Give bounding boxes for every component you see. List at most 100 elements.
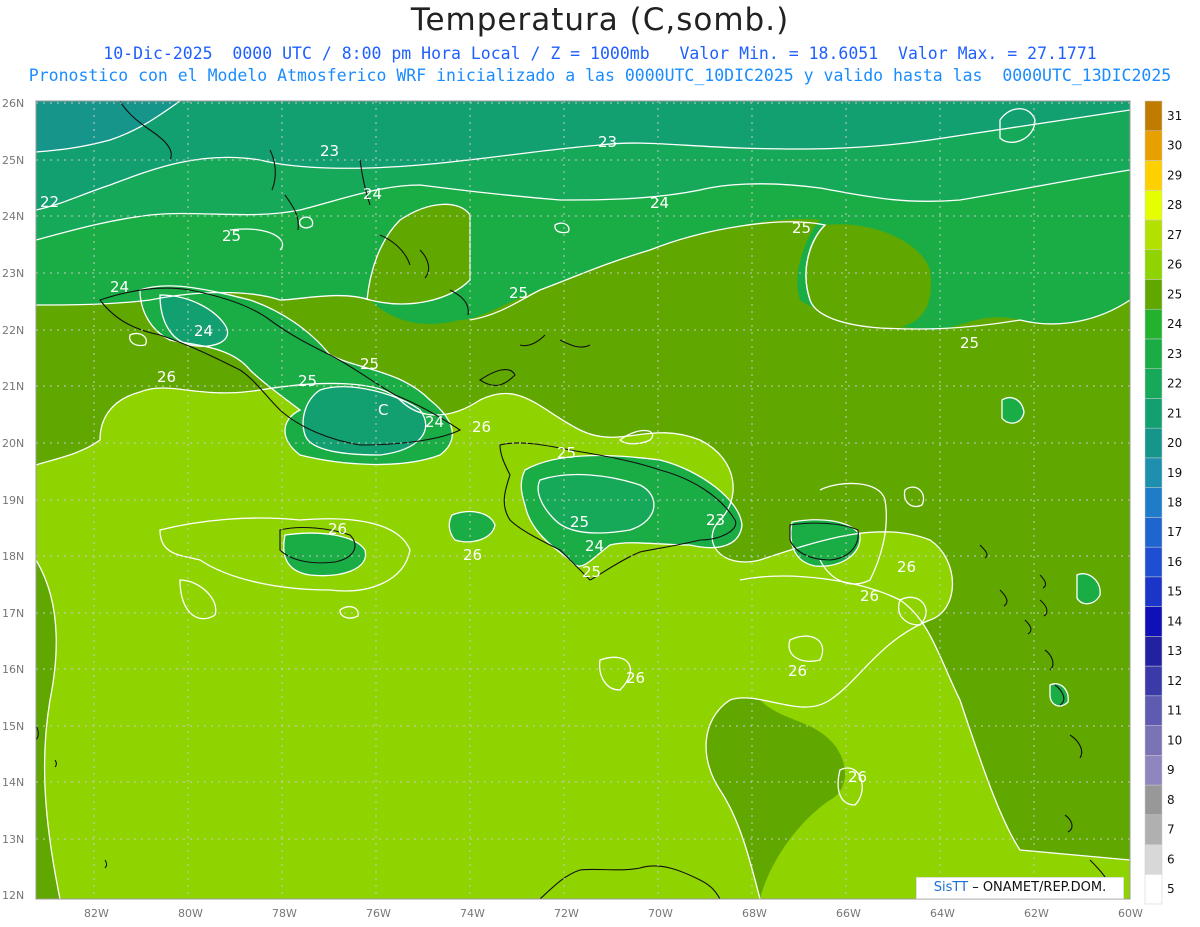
colorbar-swatch xyxy=(1144,725,1163,756)
colorbar-swatch xyxy=(1144,100,1163,131)
lon-tick-label: 64W xyxy=(930,907,955,920)
colorbar-label: 19 xyxy=(1167,466,1182,480)
lat-tick-label: 15N xyxy=(2,720,24,733)
colorbar-label: 23 xyxy=(1167,347,1182,361)
colorbar-label: 12 xyxy=(1167,674,1182,688)
contour-label: 24 xyxy=(110,278,129,296)
contour-label: 26 xyxy=(626,669,645,687)
lat-tick-label: 18N xyxy=(2,550,24,563)
colorbar-swatch xyxy=(1144,665,1163,697)
colorbar-swatch xyxy=(1144,695,1163,726)
contour-label: 26 xyxy=(788,662,807,680)
contour-label: 25 xyxy=(792,219,811,237)
lat-tick-label: 23N xyxy=(2,267,24,280)
colorbar-label: 24 xyxy=(1167,317,1182,331)
colorbar-swatch xyxy=(1144,457,1163,488)
latitude-axis: 26N 25N 24N 23N 22N 21N 20N 19N 18N 17N … xyxy=(2,97,24,902)
colorbar-label: 11 xyxy=(1167,704,1182,718)
longitude-axis: 82W 80W 78W 76W 74W 72W 70W 68W 66W 64W … xyxy=(84,907,1143,920)
colorbar-label: 14 xyxy=(1167,614,1182,628)
colorbar-swatch xyxy=(1144,398,1163,429)
colorbar-swatch xyxy=(1144,427,1163,459)
lat-tick-label: 13N xyxy=(2,833,24,846)
colorbar-swatch xyxy=(1144,249,1163,280)
colorbar-label: 20 xyxy=(1167,436,1182,450)
color-legend: 5 6 7 8 9 10 11 12 13 14 15 16 17 18 19 20 21 22 23 24 25 26 2… xyxy=(1144,100,1182,905)
lat-tick-label: 21N xyxy=(2,380,24,393)
colorbar-label: 21 xyxy=(1167,406,1182,420)
colorbar-label: 26 xyxy=(1167,258,1182,272)
lat-tick-label: 12N xyxy=(2,889,24,902)
lon-tick-label: 60W xyxy=(1118,907,1143,920)
colorbar-label: 5 xyxy=(1167,882,1175,896)
colorbar-label: 22 xyxy=(1167,377,1182,391)
contour-label: 23 xyxy=(598,133,617,151)
contour-label: 25 xyxy=(557,444,576,462)
contour-label: 24 xyxy=(650,194,669,212)
colorbar-label: 16 xyxy=(1167,555,1182,569)
contour-label: 23 xyxy=(320,142,339,160)
contour-label: 25 xyxy=(509,284,528,302)
credit-text: – ONAMET/REP.DOM. xyxy=(968,880,1107,895)
contour-label: 24 xyxy=(194,322,213,340)
contour-label: 25 xyxy=(570,513,589,531)
colorbar-swatch xyxy=(1144,755,1163,786)
colorbar-label: 31 xyxy=(1167,109,1182,123)
contour-label: 26 xyxy=(848,768,867,786)
colorbar-label: 13 xyxy=(1167,644,1182,658)
lat-tick-label: 16N xyxy=(2,663,24,676)
colorbar-label: 17 xyxy=(1167,525,1182,539)
lon-tick-label: 74W xyxy=(460,907,485,920)
contour-label: 26 xyxy=(157,368,176,386)
lat-tick-label: 20N xyxy=(2,437,24,450)
contour-label: 24 xyxy=(363,185,382,203)
contour-label: 26 xyxy=(897,558,916,576)
colorbar-swatch xyxy=(1144,160,1163,191)
lon-tick-label: 62W xyxy=(1024,907,1049,920)
contour-label: 25 xyxy=(360,355,379,373)
colorbar-label: 28 xyxy=(1167,198,1182,212)
colorbar-label: 18 xyxy=(1167,496,1182,510)
lon-tick-label: 70W xyxy=(648,907,673,920)
contour-label: 24 xyxy=(425,413,444,431)
colorbar-swatch xyxy=(1144,308,1163,340)
colorbar-label: 8 xyxy=(1167,793,1175,807)
colorbar-swatch xyxy=(1144,517,1163,548)
colorbar-swatch xyxy=(1144,874,1163,905)
brand-logo: SisTT xyxy=(933,880,969,895)
colorbar-swatch xyxy=(1144,546,1163,578)
lon-tick-label: 72W xyxy=(554,907,579,920)
contour-label: 26 xyxy=(463,546,482,564)
colorbar-swatch xyxy=(1144,279,1163,310)
lat-tick-label: 26N xyxy=(2,97,24,110)
contour-label: 24 xyxy=(585,537,604,555)
colorbar-label: 30 xyxy=(1167,139,1182,153)
colorbar-label: 10 xyxy=(1167,733,1182,747)
lat-tick-label: 17N xyxy=(2,607,24,620)
map-canvas: 23 23 22 24 24 24 24 25 25 25 25 25 25 2… xyxy=(2,97,1182,920)
colorbar-label: 7 xyxy=(1167,823,1175,837)
lon-tick-label: 76W xyxy=(366,907,391,920)
colorbar-label: 29 xyxy=(1167,168,1182,182)
lon-tick-label: 82W xyxy=(84,907,109,920)
lat-tick-label: 24N xyxy=(2,210,24,223)
contour-label: C xyxy=(378,401,388,419)
colorbar-label: 9 xyxy=(1167,763,1175,777)
contour-label: 25 xyxy=(222,227,241,245)
lon-tick-label: 66W xyxy=(836,907,861,920)
lon-tick-label: 68W xyxy=(742,907,767,920)
colorbar-swatch xyxy=(1144,368,1163,399)
contour-label: 26 xyxy=(472,418,491,436)
lat-tick-label: 25N xyxy=(2,154,24,167)
colorbar-swatch xyxy=(1144,606,1163,637)
colorbar-label: 25 xyxy=(1167,287,1182,301)
contour-label: 25 xyxy=(298,372,317,390)
colorbar-swatch xyxy=(1144,576,1163,607)
colorbar-swatch xyxy=(1144,189,1163,221)
contour-label: 25 xyxy=(582,563,601,581)
colorbar-swatch xyxy=(1144,338,1163,369)
colorbar-swatch xyxy=(1144,844,1163,875)
colorbar-label: 27 xyxy=(1167,228,1182,242)
lat-tick-label: 22N xyxy=(2,324,24,337)
lat-tick-label: 19N xyxy=(2,494,24,507)
